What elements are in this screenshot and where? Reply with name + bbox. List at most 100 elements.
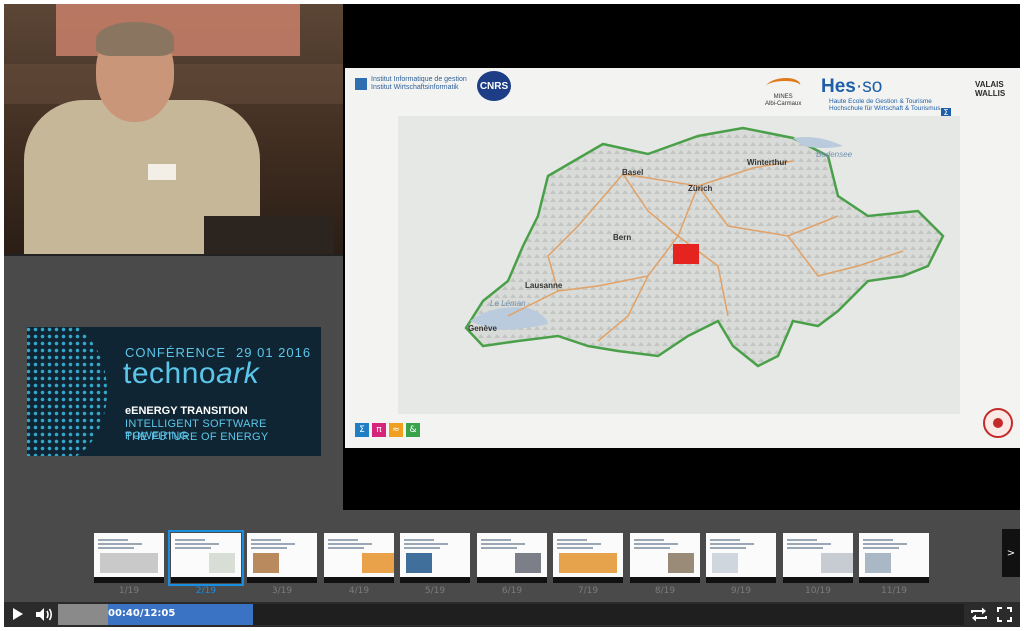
thumbnail-footer bbox=[171, 577, 241, 583]
thumbnail-image bbox=[362, 553, 394, 573]
thumbnail-image bbox=[209, 553, 235, 573]
thumbnail-label: 4/19 bbox=[348, 586, 370, 596]
thumbnail-text-line bbox=[710, 547, 746, 549]
brand-main: techno bbox=[123, 357, 217, 390]
mines-logo: MINES Albi-Carmaux bbox=[763, 78, 804, 108]
thumbnail-footer bbox=[706, 577, 776, 583]
thumbnail-label: 3/19 bbox=[271, 586, 293, 596]
dots-pattern bbox=[27, 327, 107, 456]
approx-icon: ≈ bbox=[389, 423, 403, 437]
thumbnail-text-line bbox=[863, 539, 893, 541]
thumbnail-text-line bbox=[557, 543, 601, 545]
thumbnail-text-line bbox=[98, 539, 128, 541]
thumbnail-label: 2/19 bbox=[195, 586, 217, 596]
hes-sub-1: Haute Ecole de Gestion & Tourisme bbox=[829, 98, 932, 105]
fullscreen-icon[interactable] bbox=[997, 607, 1012, 622]
slide-thumbnail[interactable] bbox=[324, 533, 394, 583]
thumbnail-image bbox=[712, 553, 738, 573]
thumbnail-text-line bbox=[710, 543, 754, 545]
institute-line-2: Institut Wirtschaftsinformatik bbox=[371, 84, 459, 91]
thumbnail-image bbox=[559, 553, 617, 573]
slide-thumbnail[interactable] bbox=[400, 533, 470, 583]
thumbnail-image bbox=[865, 553, 891, 573]
slide-thumbnail[interactable] bbox=[706, 533, 776, 583]
thumbnail-text-line bbox=[175, 539, 205, 541]
thumbnail-text-line bbox=[404, 547, 440, 549]
sigma-icon: Σ bbox=[355, 423, 369, 437]
map-label-winterthur: Winterthur bbox=[747, 158, 788, 167]
slide-thumbnail[interactable] bbox=[477, 533, 547, 583]
thumbnail-text-line bbox=[98, 543, 142, 545]
thumbnail-text-line bbox=[175, 543, 219, 545]
thumbnail-image bbox=[253, 553, 279, 573]
lecture-player: CONFÉRENCE 29 01 2016 technoark eENERGY T… bbox=[4, 4, 1020, 627]
thumbnail-image bbox=[406, 553, 432, 573]
map-label-geneve: Genève bbox=[468, 324, 497, 333]
hes-region-1: VALAIS bbox=[975, 80, 1004, 89]
thumbnail-text-line bbox=[634, 543, 678, 545]
thumbnail-text-line bbox=[404, 539, 434, 541]
slide-thumbnails: 1/19 2/19 3/19 4/19 5/19 6/19 7/19 8/19 9/19 10/1… bbox=[4, 524, 1020, 602]
thumbnail-text-line bbox=[328, 539, 358, 541]
speaker-video[interactable] bbox=[4, 4, 343, 256]
slide-thumbnail[interactable] bbox=[553, 533, 623, 583]
slide-thumbnail[interactable] bbox=[168, 530, 244, 586]
thumbnail-text-line bbox=[787, 543, 831, 545]
institute-logo: Institut Informatique de gestion Institu… bbox=[355, 76, 467, 92]
thumbnail-image bbox=[821, 553, 853, 573]
map-label-bern: Bern bbox=[613, 233, 632, 242]
brand-accent: ark bbox=[216, 357, 260, 390]
loop-icon[interactable] bbox=[970, 606, 988, 623]
volume-icon[interactable] bbox=[34, 606, 54, 623]
map-label-leman: Le Léman bbox=[490, 299, 526, 308]
institute-line-1: Institut Informatique de gestion bbox=[371, 76, 467, 83]
map-label-basel: Basel bbox=[622, 168, 644, 177]
conference-brand: technoark bbox=[123, 357, 259, 391]
thumbnail-footer bbox=[247, 577, 317, 583]
thumbnail-text-line bbox=[863, 543, 907, 545]
thumbnail-footer bbox=[630, 577, 700, 583]
mines-line-1: MINES bbox=[773, 94, 793, 100]
lectern bbox=[204, 216, 334, 254]
slide-thumbnail[interactable] bbox=[783, 533, 853, 583]
tagline-1: eENERGY TRANSITION bbox=[125, 405, 248, 417]
hes-main: Hes bbox=[821, 76, 856, 97]
thumbnail-text-line bbox=[787, 539, 817, 541]
thumbnail-footer bbox=[783, 577, 853, 583]
play-icon[interactable] bbox=[13, 608, 23, 620]
thumbnail-text-line bbox=[175, 547, 211, 549]
thumbnail-text-line bbox=[251, 543, 295, 545]
current-slide: Institut Informatique de gestion Institu… bbox=[345, 68, 1020, 448]
map-graphic bbox=[398, 116, 960, 414]
speaker-hair bbox=[96, 22, 174, 56]
timecode: 00:40/12:05 bbox=[108, 608, 176, 619]
thumbnail-label: 5/19 bbox=[424, 586, 446, 596]
thumbnail-image bbox=[100, 553, 158, 573]
slide-thumbnail[interactable] bbox=[247, 533, 317, 583]
thumbnail-image bbox=[668, 553, 694, 573]
seek-bar[interactable]: 00:40/12:05 bbox=[58, 604, 964, 625]
thumbnail-label: 8/19 bbox=[654, 586, 676, 596]
thumbnail-text-line bbox=[98, 547, 134, 549]
location-marker bbox=[673, 244, 699, 264]
thumbnail-footer bbox=[477, 577, 547, 583]
ampersand-icon: & bbox=[406, 423, 420, 437]
thumbnail-image bbox=[515, 553, 541, 573]
thumbnail-text-line bbox=[404, 543, 448, 545]
thumbnail-text-line bbox=[481, 547, 517, 549]
thumbnails-next-button[interactable]: > bbox=[1002, 529, 1020, 577]
slide-thumbnail[interactable] bbox=[630, 533, 700, 583]
thumbnail-text-line bbox=[251, 547, 287, 549]
thumbnail-footer bbox=[859, 577, 929, 583]
mines-mark-icon bbox=[763, 78, 804, 94]
slide-thumbnail[interactable] bbox=[94, 533, 164, 583]
thumbnail-text-line bbox=[787, 547, 823, 549]
thumbnail-text-line bbox=[251, 539, 281, 541]
thumbnail-text-line bbox=[634, 547, 670, 549]
speaker-badge bbox=[148, 164, 176, 180]
player-controls: 00:40/12:05 bbox=[4, 602, 1020, 627]
slide-viewer[interactable]: Institut Informatique de gestion Institu… bbox=[343, 4, 1020, 510]
thumbnail-text-line bbox=[481, 539, 511, 541]
hes-end: so bbox=[862, 76, 883, 97]
slide-thumbnail[interactable] bbox=[859, 533, 929, 583]
